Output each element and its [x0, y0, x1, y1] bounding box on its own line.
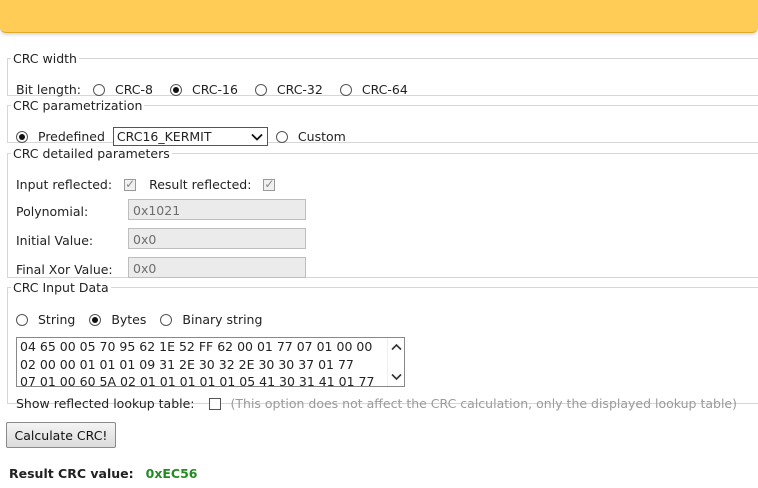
result-reflected-checkbox[interactable] — [263, 177, 276, 191]
reflected-table-label: Show reflected lookup table: — [16, 396, 195, 411]
radio-crc32-label[interactable]: CRC-32 — [277, 82, 323, 97]
textarea-scrollbar[interactable] — [387, 338, 404, 386]
input-reflected-label: Input reflected: — [16, 177, 113, 192]
top-banner — [0, 0, 758, 33]
radio-bytes[interactable] — [89, 313, 102, 326]
calculate-crc-button[interactable]: Calculate CRC! — [6, 422, 116, 448]
crc-param-legend: CRC parametrization — [13, 98, 143, 113]
radio-predefined[interactable] — [16, 130, 28, 143]
chevron-down-icon — [251, 133, 263, 141]
result-value: 0xEC56 — [145, 466, 198, 481]
radio-crc16-label[interactable]: CRC-16 — [192, 82, 238, 97]
chevron-down-icon[interactable] — [390, 370, 403, 383]
initial-value-input[interactable]: 0x0 — [128, 228, 306, 249]
radio-bytes-label[interactable]: Bytes — [111, 312, 146, 327]
radio-crc64[interactable] — [339, 83, 352, 96]
radio-string[interactable] — [16, 313, 28, 326]
input-reflected-checkbox[interactable] — [124, 177, 137, 191]
polynomial-input[interactable]: 0x1021 — [128, 199, 306, 220]
radio-crc64-label[interactable]: CRC-64 — [362, 82, 408, 97]
initial-value-label: Initial Value: — [16, 233, 94, 248]
crc-detail-legend: CRC detailed parameters — [13, 146, 170, 161]
radio-custom-label[interactable]: Custom — [298, 129, 346, 144]
final-xor-label: Final Xor Value: — [16, 262, 113, 277]
radio-crc16[interactable] — [169, 83, 182, 96]
chevron-up-icon[interactable] — [390, 341, 403, 354]
radio-crc8[interactable] — [92, 83, 105, 96]
result-reflected-label: Result reflected: — [149, 177, 252, 192]
input-data-lines: 04 65 00 05 70 95 62 1E 52 FF 62 00 01 7… — [20, 338, 375, 387]
crc-input-section: CRC Input Data String Bytes Binary strin… — [7, 280, 758, 411]
radio-string-label[interactable]: String — [38, 312, 75, 327]
radio-crc32[interactable] — [254, 83, 267, 96]
bit-length-label: Bit length: — [16, 82, 81, 97]
final-xor-input[interactable]: 0x0 — [128, 257, 306, 278]
crc-param-section: CRC parametrization Predefined CRC16_KER… — [7, 98, 758, 146]
radio-binary-label[interactable]: Binary string — [182, 312, 262, 327]
input-line: 04 65 00 05 70 95 62 1E 52 FF 62 00 01 7… — [20, 339, 373, 354]
radio-predefined-label[interactable]: Predefined — [38, 129, 105, 144]
crc-width-section: CRC width Bit length: CRC-8 CRC-16 CRC-3… — [7, 51, 758, 97]
crc-detail-section: CRC detailed parameters Input reflected:… — [7, 146, 758, 278]
input-line: 02 00 00 01 01 01 09 31 2E 30 32 2E 30 3… — [20, 356, 354, 372]
result-label: Result CRC value: — [9, 466, 134, 481]
crc-width-legend: CRC width — [13, 51, 77, 66]
reflected-table-checkbox[interactable] — [208, 397, 221, 410]
polynomial-label: Polynomial: — [16, 204, 89, 219]
predefined-select[interactable]: CRC16_KERMIT — [112, 127, 268, 146]
predefined-select-value: CRC16_KERMIT — [116, 129, 212, 144]
radio-crc8-label[interactable]: CRC-8 — [115, 82, 153, 97]
input-data-textarea[interactable]: 04 65 00 05 70 95 62 1E 52 FF 62 00 01 7… — [16, 337, 405, 387]
radio-custom[interactable] — [275, 130, 288, 143]
radio-binary[interactable] — [160, 313, 173, 326]
crc-input-legend: CRC Input Data — [13, 280, 109, 295]
result-line: Result CRC value: 0xEC56 — [9, 466, 198, 481]
reflected-table-note: (This option does not affect the CRC cal… — [230, 396, 737, 411]
input-line: 07 01 00 60 5A 02 01 01 01 01 01 05 41 3… — [20, 374, 375, 387]
